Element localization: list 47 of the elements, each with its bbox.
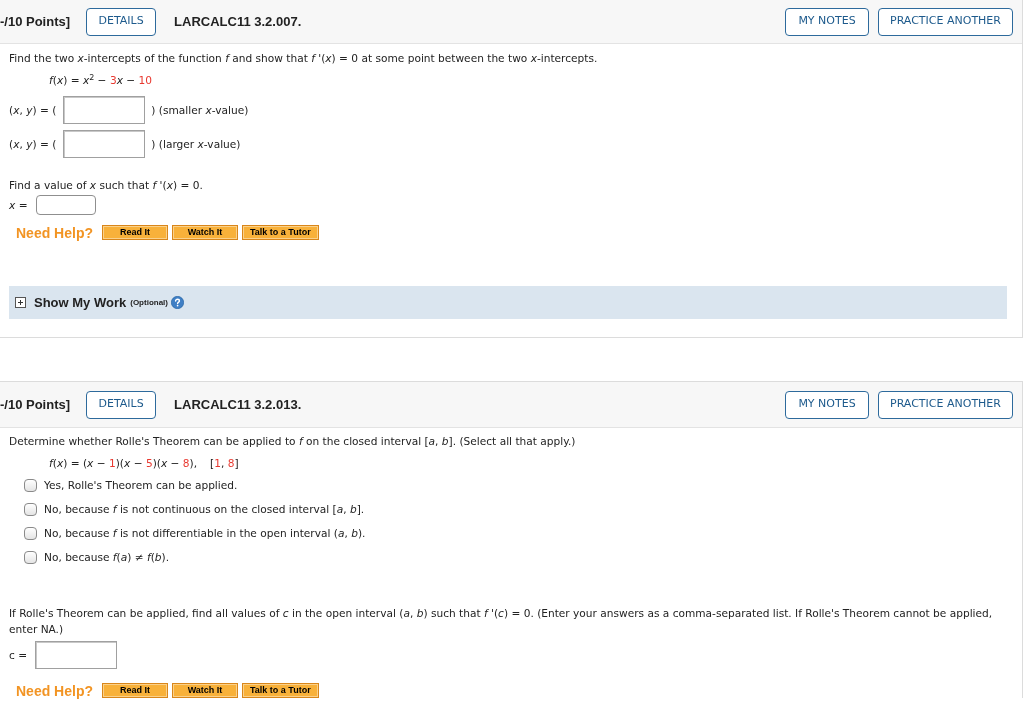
my-notes-button[interactable]: MY NOTES xyxy=(785,390,869,419)
question-text: If Rolle's Theorem can be applied, find all values of c in the open interval (a, b) such that f '(c) = 0. (Enter your answers as a comma-separated list. If Rolle's Theorem cannot be applied, enter NA.) xyxy=(9,606,994,637)
answer-label: (x, y) = ( xyxy=(9,137,57,151)
help-button[interactable]: Watch It xyxy=(172,683,238,698)
answer-label: (x, y) = ( xyxy=(9,103,57,117)
answer-box[interactable] xyxy=(35,195,96,215)
question-text: Determine whether Rolle's Theorem can be applied to f on the closed interval [a, b]. (Select all that apply.) xyxy=(9,434,577,448)
option-label: No, because f is not continuous on the closed interval [a, b]. xyxy=(44,502,365,516)
question-code: LARCALC11 3.2.007. xyxy=(174,12,302,31)
expand-icon[interactable] xyxy=(15,297,26,308)
help-button[interactable]: Talk to a Tutor xyxy=(242,225,319,240)
checkbox[interactable] xyxy=(24,526,37,540)
interval-text: [1, 8] xyxy=(210,456,239,470)
checkbox[interactable] xyxy=(24,478,37,492)
practice-another-button[interactable]: PRACTICE ANOTHER xyxy=(878,390,1013,419)
checkbox[interactable] xyxy=(24,502,37,516)
question-code: LARCALC11 3.2.013. xyxy=(174,395,302,414)
points-label: -/10 Points] xyxy=(0,12,71,31)
help-icon[interactable] xyxy=(171,296,184,309)
help-button[interactable]: Talk to a Tutor xyxy=(242,683,319,698)
help-button[interactable]: Read It xyxy=(102,683,168,698)
answer-hint: ) (larger x-value) xyxy=(151,137,241,151)
answer-box[interactable] xyxy=(35,641,118,669)
answer-box[interactable] xyxy=(63,130,146,158)
question-text: Find the two x-intercepts of the function f and show that f '(x) = 0 at some point between the two x-intercepts. xyxy=(9,51,599,65)
help-button[interactable]: Watch It xyxy=(172,225,238,240)
help-label: Need Help? xyxy=(16,225,93,240)
practice-another-button[interactable]: PRACTICE ANOTHER xyxy=(878,7,1013,36)
help-label: Need Help? xyxy=(16,683,93,698)
optional-note: (Optional) xyxy=(130,296,168,309)
function-formula: f(x) = (x − 1)(x − 5)(x − 8), xyxy=(49,456,198,470)
option-label: No, because f is not differentiable in the open interval (a, b). xyxy=(44,526,366,540)
question-text: Find a value of x such that f '(x) = 0. xyxy=(9,178,204,192)
details-button[interactable]: DETAILS xyxy=(86,7,157,36)
checkbox[interactable] xyxy=(24,550,37,564)
points-label: -/10 Points] xyxy=(0,395,71,414)
option-label: Yes, Rolle's Theorem can be applied. xyxy=(44,478,238,492)
function-formula: f(x) = x$^{2}$ − 3x − 10 xyxy=(49,73,152,87)
my-notes-button[interactable]: MY NOTES xyxy=(785,7,869,36)
answer-box[interactable] xyxy=(63,96,146,124)
show-my-work-toggle[interactable]: Show My Work xyxy=(34,295,127,310)
answer-hint: ) (smaller x-value) xyxy=(151,103,249,117)
answer-label: x = xyxy=(9,198,28,212)
answer-label: c = xyxy=(9,648,28,662)
help-button[interactable]: Read It xyxy=(102,225,168,240)
option-label: No, because f(a) ≠ f(b). xyxy=(44,550,170,564)
details-button[interactable]: DETAILS xyxy=(86,390,157,419)
